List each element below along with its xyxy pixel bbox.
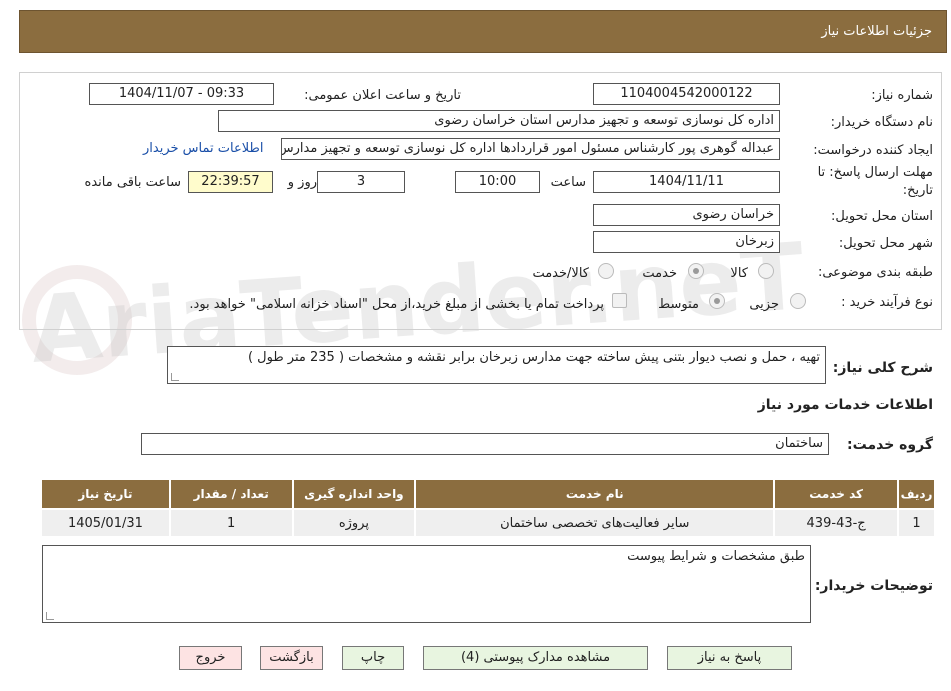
reply-button[interactable]: پاسخ به نیاز: [667, 646, 792, 670]
buyer-org-field[interactable]: اداره کل نوسازی توسعه و تجهیز مدارس استا…: [218, 110, 780, 132]
service-group-label: گروه خدمت:: [847, 437, 933, 453]
column-header-quantity: تعداد / مقدار: [168, 478, 294, 510]
buyer-org-label: نام دستگاه خریدار:: [830, 115, 933, 130]
province-field[interactable]: خراسان رضوی: [593, 204, 780, 226]
category-goods-radio[interactable]: [758, 263, 774, 279]
process-medium-label: متوسط: [658, 297, 699, 312]
creator-field[interactable]: عبداله گوهری پور کارشناس مسئول امور قرار…: [281, 138, 780, 160]
cell-unit: پروژه: [291, 508, 417, 538]
creator-label: ایجاد کننده درخواست:: [813, 143, 933, 158]
remaining-time-field: 22:39:57: [188, 171, 273, 193]
column-header-service-name: نام خدمت: [414, 478, 776, 510]
column-header-service-code: کد خدمت: [773, 478, 900, 510]
column-header-row-number: ردیف: [897, 478, 936, 510]
payment-note: پرداخت تمام یا بخشی از مبلغ خرید،از محل …: [189, 297, 604, 312]
cell-need-date: 1405/01/31: [40, 508, 171, 538]
services-table: ردیف کد خدمت نام خدمت واحد اندازه گیری ت…: [40, 478, 936, 538]
back-button[interactable]: بازگشت: [260, 646, 323, 670]
treasury-bonds-checkbox[interactable]: [612, 293, 627, 308]
table-row[interactable]: 1 ج-43-439 سایر فعالیت‌های تخصصی ساختمان…: [40, 508, 936, 538]
cell-quantity: 1: [168, 508, 294, 538]
page-title: جزئیات اطلاعات نیاز: [821, 24, 932, 39]
process-minor-label: جزیی: [749, 297, 779, 312]
category-goods-label: کالا: [730, 266, 748, 281]
city-label: شهر محل تحویل:: [838, 236, 933, 251]
days-remaining-field[interactable]: 3: [317, 171, 405, 193]
cell-service-name: سایر فعالیت‌های تخصصی ساختمان: [414, 508, 776, 538]
deadline-label-date: تاریخ:: [902, 183, 933, 198]
category-both-radio[interactable]: [598, 263, 614, 279]
service-group-field[interactable]: ساختمان: [141, 433, 829, 455]
announce-datetime-field[interactable]: 1404/11/07 - 09:33: [89, 83, 274, 105]
days-label: روز و: [287, 175, 317, 190]
category-both-label: کالا/خدمت: [532, 266, 589, 281]
services-section-title: اطلاعات خدمات مورد نیاز: [757, 397, 933, 413]
description-label: شرح کلی نیاز:: [832, 360, 933, 376]
table-header-row: ردیف کد خدمت نام خدمت واحد اندازه گیری ت…: [40, 478, 936, 510]
deadline-label: مهلت ارسال پاسخ: تا: [817, 165, 933, 180]
category-service-label: خدمت: [642, 266, 677, 281]
page-header: جزئیات اطلاعات نیاز: [19, 10, 947, 53]
buyer-notes-textarea[interactable]: طبق مشخصات و شرایط پیوست: [42, 545, 811, 623]
cell-row-number: 1: [897, 508, 936, 538]
process-medium-radio[interactable]: [709, 293, 725, 309]
buyer-notes-label: توضیحات خریدار:: [814, 578, 933, 594]
resize-grip-icon[interactable]: [46, 612, 54, 620]
need-number-field[interactable]: 1104004542000122: [593, 83, 780, 105]
need-number-label: شماره نیاز:: [871, 88, 933, 103]
cell-service-code: ج-43-439: [773, 508, 900, 538]
city-field[interactable]: زبرخان: [593, 231, 780, 253]
process-minor-radio[interactable]: [790, 293, 806, 309]
column-header-unit: واحد اندازه گیری: [291, 478, 417, 510]
category-service-radio[interactable]: [688, 263, 704, 279]
province-label: استان محل تحویل:: [831, 209, 933, 224]
remaining-label: ساعت باقی مانده: [84, 175, 181, 190]
resize-grip-icon[interactable]: [171, 373, 179, 381]
announce-label: تاریخ و ساعت اعلان عمومی:: [304, 88, 461, 103]
column-header-need-date: تاریخ نیاز: [40, 478, 171, 510]
view-attachments-button[interactable]: مشاهده مدارک پیوستی (4): [423, 646, 648, 670]
process-label: نوع فرآیند خرید :: [841, 295, 933, 310]
exit-button[interactable]: خروج: [179, 646, 242, 670]
deadline-date-field[interactable]: 1404/11/11: [593, 171, 780, 193]
category-label: طبقه بندی موضوعی:: [817, 265, 933, 280]
deadline-time-label: ساعت: [550, 175, 586, 190]
buyer-notes-text: طبق مشخصات و شرایط پیوست: [627, 549, 805, 564]
description-textarea[interactable]: تهیه ، حمل و نصب دیوار بتنی پیش ساخته جه…: [167, 346, 826, 384]
deadline-time-field[interactable]: 10:00: [455, 171, 540, 193]
description-text: تهیه ، حمل و نصب دیوار بتنی پیش ساخته جه…: [247, 350, 820, 365]
buyer-contact-link[interactable]: اطلاعات تماس خریدار: [143, 141, 263, 156]
print-button[interactable]: چاپ: [342, 646, 404, 670]
